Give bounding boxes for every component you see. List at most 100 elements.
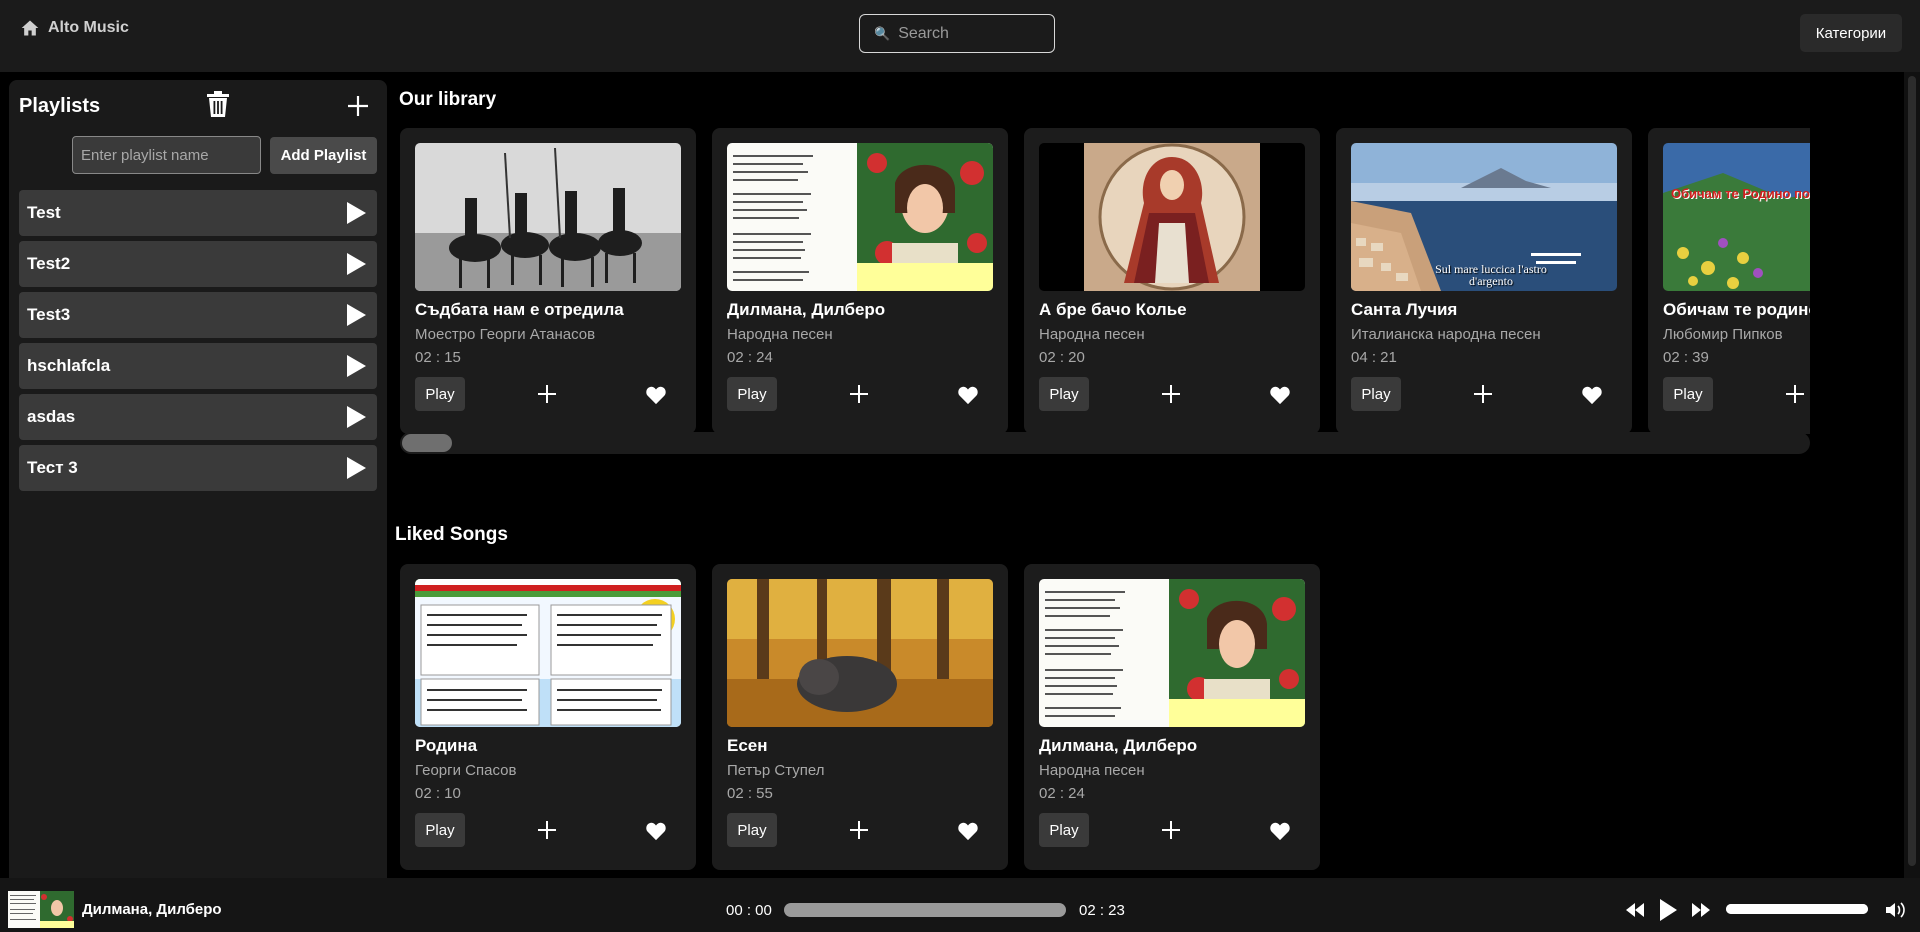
playlist-item[interactable]: hschlafcla xyxy=(19,343,377,389)
thumbnail-caption: Обичам те Родино под накит xyxy=(1671,186,1810,201)
song-card[interactable]: Дилмана, Дилберо Народна песен 02 : 24 P… xyxy=(1024,564,1320,870)
plus-icon[interactable] xyxy=(1785,384,1805,404)
search-input[interactable]: 🔍 Search xyxy=(859,14,1055,53)
play-button[interactable]: Play xyxy=(415,813,465,847)
play-icon[interactable] xyxy=(345,201,367,225)
progress-bar[interactable] xyxy=(784,903,1066,917)
search-placeholder: Search xyxy=(898,24,949,42)
brand-link[interactable]: Alto Music xyxy=(20,18,129,38)
song-artist: Георги Спасов xyxy=(415,762,517,779)
song-artist: Италианска народна песен xyxy=(1351,326,1541,343)
volume-slider[interactable] xyxy=(1726,904,1868,914)
search-icon: 🔍 xyxy=(874,25,891,41)
play-icon[interactable] xyxy=(345,405,367,429)
library-scrollbar-thumb[interactable] xyxy=(402,434,452,452)
plus-icon[interactable] xyxy=(849,820,869,840)
plus-icon[interactable] xyxy=(1473,384,1493,404)
song-thumbnail: Sul mare luccica l'astro d'argento xyxy=(1351,143,1617,291)
song-duration: 02 : 39 xyxy=(1663,349,1709,366)
playlist-item[interactable]: Test xyxy=(19,190,377,236)
home-icon xyxy=(21,20,39,36)
play-button[interactable]: Play xyxy=(1663,377,1713,411)
library-scrollbar[interactable] xyxy=(400,432,1810,454)
playlist-item[interactable]: Тест 3 xyxy=(19,445,377,491)
heart-icon[interactable] xyxy=(1269,821,1291,841)
heart-icon[interactable] xyxy=(957,821,979,841)
play-icon[interactable] xyxy=(345,456,367,480)
song-duration: 02 : 55 xyxy=(727,785,773,802)
song-thumbnail xyxy=(1039,143,1305,291)
plus-icon[interactable] xyxy=(537,820,557,840)
liked-row: Родина Георги Спасов 02 : 10 Play Есен П… xyxy=(394,564,1810,870)
song-card[interactable]: Дилмана, Дилберо Народна песен 02 : 24 P… xyxy=(712,128,1008,434)
heart-icon[interactable] xyxy=(645,821,667,841)
playlist-name: asdas xyxy=(27,407,76,426)
fast-forward-icon[interactable] xyxy=(1690,900,1712,920)
play-button[interactable]: Play xyxy=(1351,377,1401,411)
liked-title: Liked Songs xyxy=(395,524,508,545)
play-button[interactable]: Play xyxy=(1039,377,1089,411)
categories-button[interactable]: Категории xyxy=(1800,14,1902,52)
song-card[interactable]: Родина Георги Спасов 02 : 10 Play xyxy=(400,564,696,870)
song-artist: Любомир Пипков xyxy=(1663,326,1783,343)
song-artist: Народна песен xyxy=(1039,326,1145,343)
heart-icon[interactable] xyxy=(645,385,667,405)
song-title: Дилмана, Дилберо xyxy=(1039,736,1198,755)
play-icon[interactable] xyxy=(345,303,367,327)
heart-icon[interactable] xyxy=(1581,385,1603,405)
playlist-item[interactable]: Test3 xyxy=(19,292,377,338)
trash-icon[interactable] xyxy=(205,90,231,118)
song-duration: 02 : 24 xyxy=(727,349,773,366)
plus-icon[interactable] xyxy=(537,384,557,404)
plus-icon[interactable] xyxy=(1161,820,1181,840)
playlist-item[interactable]: Test2 xyxy=(19,241,377,287)
playlist-name: Тест 3 xyxy=(27,458,78,477)
plus-icon[interactable] xyxy=(346,94,370,118)
playlist-name: hschlafcla xyxy=(27,356,111,375)
brand-name: Alto Music xyxy=(48,19,129,36)
song-title: Обичам те родино xyxy=(1663,300,1810,319)
song-duration: 02 : 20 xyxy=(1039,349,1085,366)
plus-icon[interactable] xyxy=(1161,384,1181,404)
song-card[interactable]: Sul mare luccica l'astro d'argento Санта… xyxy=(1336,128,1632,434)
play-icon[interactable] xyxy=(345,354,367,378)
song-title: А бре бачо Колье xyxy=(1039,300,1187,319)
playlist-name: Test2 xyxy=(27,254,71,273)
thumbnail-caption: Sul mare luccica l'astro d'argento xyxy=(1435,262,1547,288)
playlist-item[interactable]: asdas xyxy=(19,394,377,440)
heart-icon[interactable] xyxy=(957,385,979,405)
page-scrollbar[interactable] xyxy=(1904,72,1920,878)
song-thumbnail xyxy=(727,579,993,727)
page-scrollbar-thumb[interactable] xyxy=(1908,76,1916,866)
song-title: Родина xyxy=(415,736,478,755)
now-playing-title: Дилмана, Дилберо xyxy=(82,901,222,918)
play-button[interactable]: Play xyxy=(727,813,777,847)
current-time: 00 : 00 xyxy=(726,902,772,919)
song-title: Дилмана, Дилберо xyxy=(727,300,886,319)
top-bar: Alto Music 🔍 Search Категории xyxy=(0,0,1920,72)
heart-icon[interactable] xyxy=(1269,385,1291,405)
plus-icon[interactable] xyxy=(849,384,869,404)
song-duration: 02 : 15 xyxy=(415,349,461,366)
song-card[interactable]: А бре бачо Колье Народна песен 02 : 20 P… xyxy=(1024,128,1320,434)
song-artist: Народна песен xyxy=(1039,762,1145,779)
song-thumbnail: Обичам те Родино под накит xyxy=(1663,143,1810,291)
play-button[interactable]: Play xyxy=(1039,813,1089,847)
add-playlist-button[interactable]: Add Playlist xyxy=(270,137,377,174)
play-icon[interactable] xyxy=(1658,898,1678,922)
play-button[interactable]: Play xyxy=(727,377,777,411)
total-time: 02 : 23 xyxy=(1079,902,1125,919)
song-card[interactable]: Съдбата нам е отредила Моестро Георги Ат… xyxy=(400,128,696,434)
rewind-icon[interactable] xyxy=(1624,900,1646,920)
library-row: Съдбата нам е отредила Моестро Георги Ат… xyxy=(394,128,1810,434)
song-card[interactable]: Есен Петър Ступел 02 : 55 Play xyxy=(712,564,1008,870)
song-artist: Народна песен xyxy=(727,326,833,343)
playlist-name-input[interactable] xyxy=(72,136,261,174)
song-card[interactable]: Обичам те Родино под накит Обичам те род… xyxy=(1648,128,1810,434)
play-icon[interactable] xyxy=(345,252,367,276)
play-button[interactable]: Play xyxy=(415,377,465,411)
song-title: Есен xyxy=(727,736,768,755)
volume-icon[interactable] xyxy=(1884,900,1906,920)
song-thumbnail xyxy=(727,143,993,291)
playlists-title: Playlists xyxy=(19,95,101,117)
